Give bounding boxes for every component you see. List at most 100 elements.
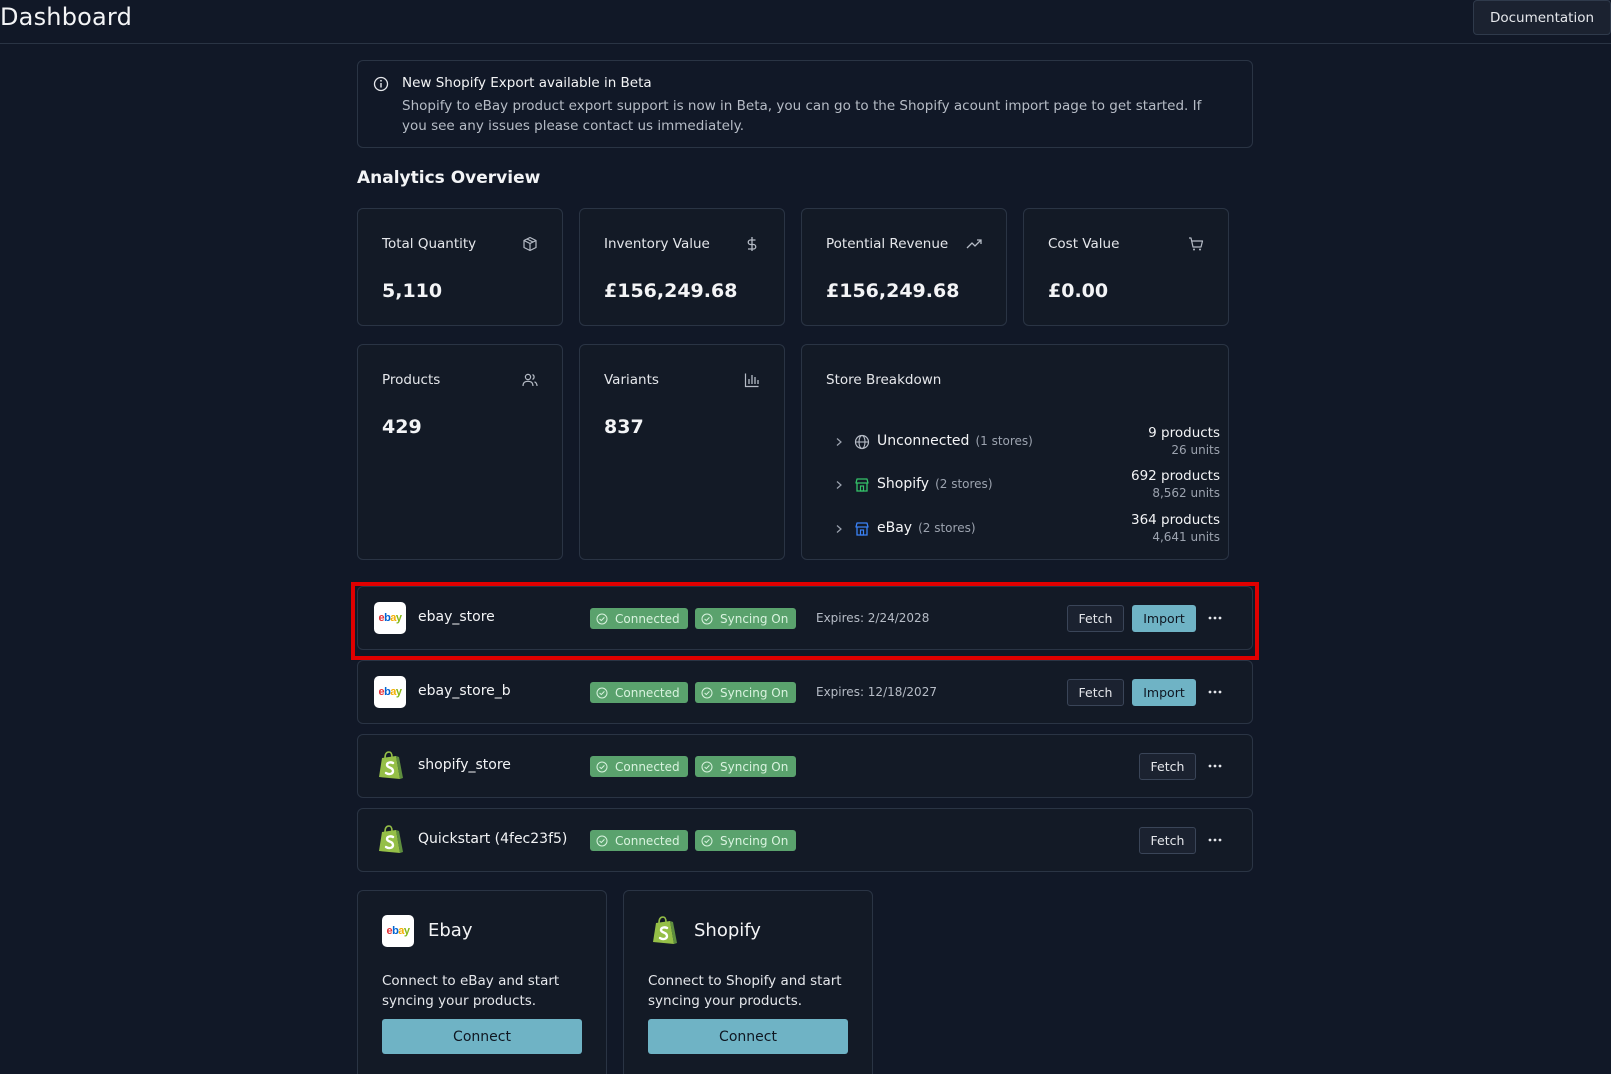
stat-value: £156,249.68 — [826, 280, 960, 302]
badge-label: Syncing On — [720, 685, 789, 700]
stat-card-products: Products 429 — [357, 344, 563, 560]
store-row-ebay-store-b: ebay ebay_store_b Connected Syncing On E… — [357, 660, 1253, 724]
fetch-button[interactable]: Fetch — [1067, 605, 1124, 632]
stat-card-cost-value: Cost Value £0.00 — [1023, 208, 1229, 326]
fetch-button[interactable]: Fetch — [1139, 827, 1196, 854]
breakdown-store-label: Unconnected — [877, 433, 970, 449]
import-button[interactable]: Import — [1132, 605, 1196, 632]
connect-shopify-button[interactable]: Connect — [648, 1019, 848, 1054]
cart-icon — [1189, 237, 1204, 251]
store-icon — [855, 522, 869, 536]
breakdown-store-label: eBay — [877, 520, 913, 536]
stat-label: Total Quantity — [382, 236, 477, 252]
stat-value: £0.00 — [1048, 280, 1109, 302]
stat-label: Inventory Value — [604, 236, 710, 252]
ebay-logo-icon: ebay — [382, 915, 414, 947]
connector-card-ebay: ebay Ebay Connect to eBay and start sync… — [357, 890, 607, 1074]
chevron-right-icon[interactable] — [834, 524, 844, 534]
more-options-icon[interactable] — [1206, 609, 1224, 627]
check-circle-icon — [596, 835, 608, 846]
stat-label: Potential Revenue — [826, 236, 949, 252]
breakdown-products: 692 products — [1130, 468, 1220, 484]
store-breakdown-title: Store Breakdown — [826, 372, 942, 388]
stat-label: Cost Value — [1048, 236, 1120, 252]
syncing-badge: Syncing On — [695, 830, 797, 851]
breakdown-row-shopify[interactable]: Shopify (2 stores) 692 products 8,562 uni… — [826, 468, 1220, 512]
breakdown-store-count: (2 stores) — [935, 477, 993, 491]
shopify-logo-icon — [379, 751, 403, 779]
documentation-button[interactable]: Documentation — [1473, 0, 1611, 35]
chevron-right-icon[interactable] — [834, 480, 844, 490]
store-name: shopify_store — [418, 757, 511, 773]
globe-icon — [854, 434, 870, 450]
breakdown-units: 4,641 units — [1152, 530, 1220, 544]
ebay-logo-icon: ebay — [374, 602, 406, 634]
badge-label: Syncing On — [720, 759, 789, 774]
page-title: Dashboard — [0, 3, 133, 31]
import-button[interactable]: Import — [1132, 679, 1196, 706]
expires-text: Expires: 12/18/2027 — [816, 685, 937, 699]
store-row-ebay-store: ebay ebay_store Connected Syncing On Exp… — [357, 586, 1253, 650]
fetch-button[interactable]: Fetch — [1067, 679, 1124, 706]
alert-title: New Shopify Export available in Beta — [402, 75, 652, 91]
more-options-icon[interactable] — [1206, 683, 1224, 701]
breakdown-units: 8,562 units — [1152, 486, 1220, 500]
users-icon — [522, 373, 538, 387]
check-circle-icon — [596, 687, 608, 698]
alert-body: Shopify to eBay product export support i… — [402, 98, 1202, 134]
analytics-title: Analytics Overview — [357, 168, 541, 188]
check-circle-icon — [701, 761, 713, 772]
breakdown-row-unconnected[interactable]: Unconnected (1 stores) 9 products 26 unit… — [826, 425, 1220, 469]
connected-badge: Connected — [590, 756, 688, 777]
check-circle-icon — [701, 835, 713, 846]
breakdown-store-name: Shopify (2 stores) — [877, 476, 993, 492]
fetch-button[interactable]: Fetch — [1139, 753, 1196, 780]
connected-badge: Connected — [590, 830, 688, 851]
breakdown-units: 26 units — [1171, 443, 1220, 457]
breakdown-store-count: (1 stores) — [975, 434, 1033, 448]
connect-ebay-button[interactable]: Connect — [382, 1019, 582, 1054]
badge-label: Connected — [615, 611, 680, 626]
shopify-logo-icon — [653, 916, 677, 944]
breakdown-store-count: (2 stores) — [918, 521, 976, 535]
syncing-badge: Syncing On — [695, 608, 797, 629]
badge-label: Connected — [615, 685, 680, 700]
badge-label: Connected — [615, 759, 680, 774]
store-breakdown-card: Store Breakdown Unconnected (1 stores) 9 … — [801, 344, 1229, 560]
stat-value: 5,110 — [382, 280, 443, 302]
badge-label: Syncing On — [720, 833, 789, 848]
syncing-badge: Syncing On — [695, 756, 797, 777]
connected-badge: Connected — [590, 608, 688, 629]
stat-label: Products — [382, 372, 441, 388]
check-circle-icon — [701, 687, 713, 698]
stat-value: £156,249.68 — [604, 280, 738, 302]
connector-title: Shopify — [694, 920, 761, 941]
box-icon — [523, 236, 537, 252]
connector-description: Connect to eBay and start syncing your p… — [382, 973, 560, 1009]
chevron-right-icon[interactable] — [834, 437, 844, 447]
store-row-quickstart: Quickstart (4fec23f5) Connected Syncing … — [357, 808, 1253, 872]
syncing-badge: Syncing On — [695, 682, 797, 703]
store-icon — [855, 478, 869, 492]
breakdown-store-name: Unconnected (1 stores) — [877, 433, 1033, 449]
connector-description: Connect to Shopify and start syncing you… — [648, 973, 842, 1009]
more-options-icon[interactable] — [1206, 831, 1224, 849]
badge-label: Syncing On — [720, 611, 789, 626]
ebay-logo-icon: ebay — [374, 676, 406, 708]
trending-up-icon — [966, 239, 982, 249]
more-options-icon[interactable] — [1206, 757, 1224, 775]
breakdown-row-ebay[interactable]: eBay (2 stores) 364 products 4,641 units — [826, 512, 1220, 556]
stat-card-total-quantity: Total Quantity 5,110 — [357, 208, 563, 326]
stat-card-variants: Variants 837 — [579, 344, 785, 560]
store-name: Quickstart (4fec23f5) — [418, 831, 568, 847]
check-circle-icon — [701, 613, 713, 624]
breakdown-store-label: Shopify — [877, 476, 930, 492]
connector-card-shopify: Shopify Connect to Shopify and start syn… — [623, 890, 873, 1074]
stat-value: 837 — [604, 416, 644, 438]
stat-label: Variants — [604, 372, 659, 388]
top-bar: Dashboard Documentation — [0, 0, 1611, 44]
expires-text: Expires: 2/24/2028 — [816, 611, 930, 625]
breakdown-products: 9 products — [1148, 425, 1220, 441]
store-name: ebay_store — [418, 609, 495, 625]
breakdown-products: 364 products — [1130, 512, 1220, 528]
